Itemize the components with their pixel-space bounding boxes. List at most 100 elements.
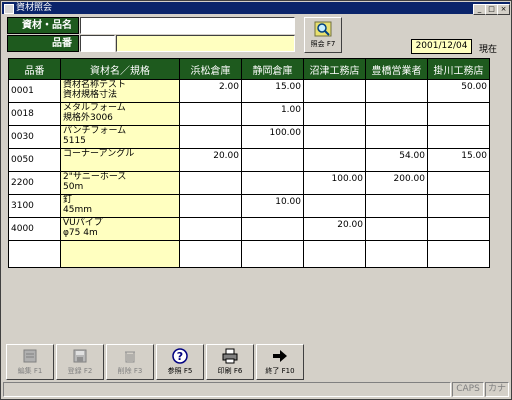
edit-icon	[23, 349, 37, 363]
cell-name[interactable]: 釘 45mm	[60, 194, 180, 218]
cell-qty-toyohashi[interactable]: 54.00	[365, 148, 428, 172]
cell-qty-shizuoka[interactable]: 1.00	[241, 102, 304, 126]
cell-qty-hamamatsu[interactable]	[179, 171, 242, 195]
cell-code[interactable]: 0001	[8, 79, 61, 103]
cell-qty-shizuoka[interactable]	[241, 217, 304, 241]
cell-qty-hamamatsu[interactable]	[179, 194, 242, 218]
exit-button[interactable]: 終了 F10	[256, 344, 304, 380]
cell-qty-numazu[interactable]	[303, 79, 366, 103]
cell-qty-numazu[interactable]	[303, 102, 366, 126]
material-spec-text: 50m	[63, 182, 84, 192]
cell-name[interactable]: 資材名称テスト 資材規格寸法	[60, 79, 180, 103]
cell-qty-kakegawa[interactable]	[427, 171, 490, 195]
cell-qty-numazu[interactable]: 20.00	[303, 217, 366, 241]
cell-qty-shizuoka[interactable]: 100.00	[241, 125, 304, 149]
material-name-input[interactable]	[80, 17, 295, 34]
save-disk-icon	[73, 349, 87, 363]
edit-button[interactable]: 編集 F1	[6, 344, 54, 380]
cell-qty-toyohashi[interactable]	[365, 240, 428, 268]
cell-qty-kakegawa[interactable]	[427, 125, 490, 149]
cell-qty-toyohashi[interactable]	[365, 79, 428, 103]
status-bar: CAPS カナ	[3, 382, 509, 397]
cell-qty-numazu[interactable]: 100.00	[303, 171, 366, 195]
cell-qty-shizuoka[interactable]	[241, 148, 304, 172]
col-header-kakegawa[interactable]: 掛川工務店	[427, 58, 490, 80]
col-header-code[interactable]: 品番	[8, 58, 61, 80]
cell-qty-kakegawa[interactable]	[427, 217, 490, 241]
main-window: 資材照会 _ □ × 資材・品名 品番 照会 F7 2001/12/04 現在 …	[0, 0, 512, 400]
cell-qty-kakegawa[interactable]	[427, 240, 490, 268]
cell-qty-numazu[interactable]	[303, 194, 366, 218]
close-button[interactable]: ×	[497, 4, 510, 15]
cell-qty-hamamatsu[interactable]	[179, 125, 242, 149]
col-header-numazu[interactable]: 沼津工務店	[303, 58, 366, 80]
cell-qty-hamamatsu[interactable]	[179, 240, 242, 268]
table-header-row: 品番 資材名／規格 浜松倉庫 静岡倉庫 沼津工務店 豊橋営業者 掛川工務店	[8, 58, 490, 80]
cell-qty-kakegawa[interactable]: 15.00	[427, 148, 490, 172]
cell-qty-hamamatsu[interactable]: 20.00	[179, 148, 242, 172]
cell-qty-numazu[interactable]	[303, 125, 366, 149]
cell-qty-kakegawa[interactable]: 50.00	[427, 79, 490, 103]
cell-name[interactable]: パンチフォーム 5115	[60, 125, 180, 149]
trash-icon	[125, 351, 135, 363]
cell-qty-numazu[interactable]	[303, 240, 366, 268]
cell-code[interactable]: 0050	[8, 148, 61, 172]
cell-code[interactable]: 4000	[8, 217, 61, 241]
material-name-text: メタルフォーム	[63, 103, 126, 114]
cell-qty-toyohashi[interactable]	[365, 217, 428, 241]
cell-qty-hamamatsu[interactable]	[179, 102, 242, 126]
cell-qty-hamamatsu[interactable]: 2.00	[179, 79, 242, 103]
cell-code[interactable]: 0030	[8, 125, 61, 149]
button-label: 参照 F5	[167, 367, 193, 375]
query-button[interactable]: 照会 F7	[304, 17, 342, 53]
cell-name[interactable]: 2"サニーホース 50m	[60, 171, 180, 195]
cell-qty-toyohashi[interactable]: 200.00	[365, 171, 428, 195]
cell-name[interactable]: メタルフォーム 規格外3006	[60, 102, 180, 126]
print-button[interactable]: 印刷 F6	[206, 344, 254, 380]
col-header-shizuoka[interactable]: 静岡倉庫	[241, 58, 304, 80]
table-row[interactable]: 0030 パンチフォーム 5115 100.00	[8, 125, 490, 149]
button-label: 削除 F3	[117, 367, 143, 375]
cell-qty-shizuoka[interactable]: 10.00	[241, 194, 304, 218]
cell-qty-toyohashi[interactable]	[365, 102, 428, 126]
cell-qty-kakegawa[interactable]	[427, 102, 490, 126]
code-input[interactable]	[80, 35, 115, 52]
delete-button[interactable]: 削除 F3	[106, 344, 154, 380]
table-row[interactable]: 3100 釘 45mm 10.00	[8, 194, 490, 218]
register-button[interactable]: 登録 F2	[56, 344, 104, 380]
cell-code[interactable]	[8, 240, 61, 268]
help-question-icon: ?	[172, 348, 188, 364]
cell-code[interactable]: 0018	[8, 102, 61, 126]
table-row[interactable]: 4000 VUパイプ φ75 4m 20.00	[8, 217, 490, 241]
cell-name[interactable]: VUパイプ φ75 4m	[60, 217, 180, 241]
button-label: 編集 F1	[17, 367, 43, 375]
app-icon	[4, 4, 14, 14]
cell-qty-kakegawa[interactable]	[427, 194, 490, 218]
col-header-name[interactable]: 資材名／規格	[60, 58, 180, 80]
cell-name[interactable]: コーナーアングル	[60, 148, 180, 172]
cell-qty-shizuoka[interactable]	[241, 240, 304, 268]
cell-qty-toyohashi[interactable]	[365, 125, 428, 149]
code-label: 品番	[7, 35, 79, 52]
table-row[interactable]: 0001 資材名称テスト 資材規格寸法 2.00 15.00 50.00	[8, 79, 490, 103]
cell-qty-shizuoka[interactable]: 15.00	[241, 79, 304, 103]
cell-name[interactable]	[60, 240, 180, 268]
cell-qty-numazu[interactable]	[303, 148, 366, 172]
material-spec-text: φ75 4m	[63, 228, 98, 238]
table-row[interactable]: 2200 2"サニーホース 50m 100.00 200.00	[8, 171, 490, 195]
cell-qty-toyohashi[interactable]	[365, 194, 428, 218]
col-header-toyohashi[interactable]: 豊橋営業者	[365, 58, 428, 80]
material-name-text: 2"サニーホース	[63, 172, 127, 183]
cell-qty-shizuoka[interactable]	[241, 171, 304, 195]
status-message	[3, 382, 451, 397]
table-row[interactable]: 0018 メタルフォーム 規格外3006 1.00	[8, 102, 490, 126]
cell-code[interactable]: 3100	[8, 194, 61, 218]
cell-code[interactable]: 2200	[8, 171, 61, 195]
table-row[interactable]	[8, 240, 490, 268]
reference-button[interactable]: ? 参照 F5	[156, 344, 204, 380]
cell-qty-hamamatsu[interactable]	[179, 217, 242, 241]
col-header-hamamatsu[interactable]: 浜松倉庫	[179, 58, 242, 80]
exit-arrow-icon	[273, 350, 287, 362]
table-row[interactable]: 0050 コーナーアングル 20.00 54.00 15.00	[8, 148, 490, 172]
material-name-text: パンチフォーム	[63, 126, 127, 137]
